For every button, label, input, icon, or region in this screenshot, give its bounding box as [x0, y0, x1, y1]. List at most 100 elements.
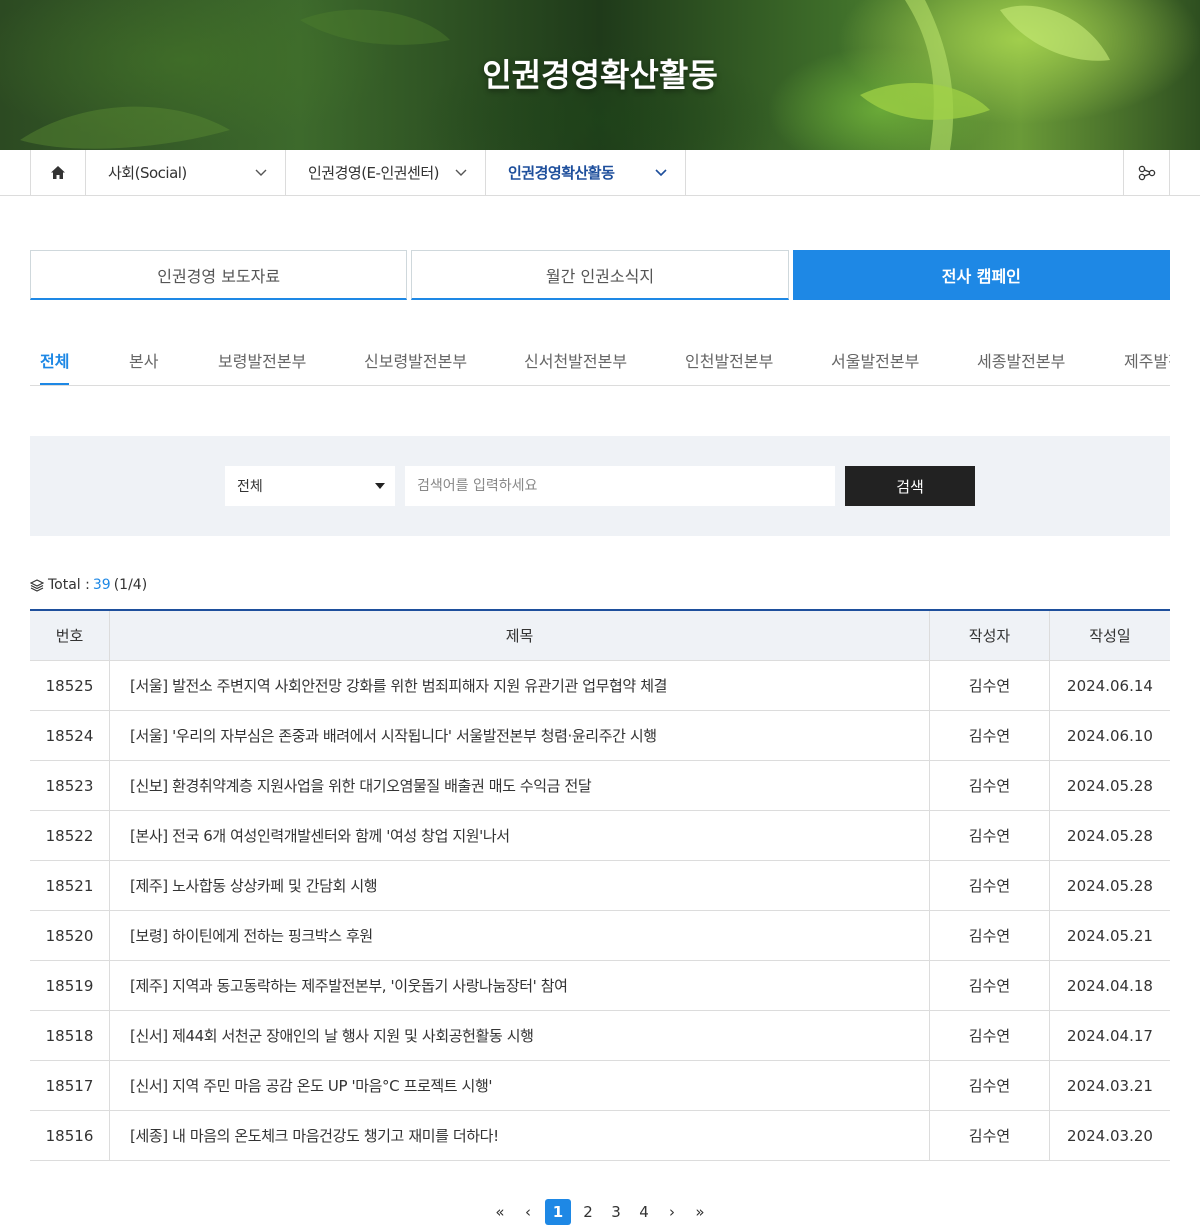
- share-button[interactable]: [1123, 150, 1170, 195]
- subtab-all[interactable]: 전체: [40, 348, 70, 385]
- row-number: 18525: [30, 661, 110, 710]
- row-number: 18517: [30, 1061, 110, 1110]
- row-date: 2024.04.18: [1067, 976, 1153, 995]
- subtab-jeju[interactable]: 제주발전본부: [1124, 348, 1170, 372]
- row-number: 18520: [30, 911, 110, 960]
- table-row: 18517 [신서] 지역 주민 마음 공감 온도 UP '마음°C 프로젝트 …: [30, 1061, 1170, 1111]
- breadcrumb-item-social[interactable]: 사회(Social): [86, 150, 286, 195]
- board-table: 번호 제목 작성자 작성일 18525 [서울] 발전소 주변지역 사회안전망 …: [30, 609, 1170, 1161]
- row-author: 김수연: [930, 1011, 1050, 1060]
- subtab-new-boryeong[interactable]: 신보령발전본부: [364, 348, 467, 372]
- breadcrumb: 사회(Social) 인권경영(E-인권센터) 인권경영확산활동: [0, 150, 1200, 196]
- chevron-down-icon: [255, 169, 267, 176]
- layers-icon: [30, 578, 44, 592]
- row-date: 2024.03.21: [1067, 1076, 1153, 1095]
- row-title-link[interactable]: [제주] 노사합동 상상카페 및 간담회 시행: [110, 861, 930, 910]
- row-author: 김수연: [930, 711, 1050, 760]
- caret-down-icon: [375, 483, 385, 489]
- row-number: 18518: [30, 1011, 110, 1060]
- first-page-button[interactable]: «: [489, 1199, 511, 1225]
- header-date: 작성일: [1089, 627, 1131, 645]
- row-date: 2024.05.28: [1067, 826, 1153, 845]
- subtab-hq[interactable]: 본사: [129, 348, 158, 372]
- header-title: 제목: [110, 611, 930, 660]
- row-title-link[interactable]: [보령] 하이틴에게 전하는 핑크박스 후원: [110, 911, 930, 960]
- search-input[interactable]: [405, 466, 835, 506]
- page-1-button[interactable]: 1: [545, 1199, 571, 1225]
- total-count: Total : 39 (1/4): [30, 576, 147, 594]
- search-category-value: 전체: [237, 479, 263, 495]
- row-title-link[interactable]: [서울] '우리의 자부심은 존중과 배려에서 시작됩니다' 서울발전본부 청렴…: [110, 711, 930, 760]
- table-row: 18519 [제주] 지역과 동고동락하는 제주발전본부, '이웃돕기 사랑나눔…: [30, 961, 1170, 1011]
- prev-page-button[interactable]: ‹: [517, 1199, 539, 1225]
- page-3-button[interactable]: 3: [605, 1199, 627, 1225]
- row-author: 김수연: [930, 1061, 1050, 1110]
- subtab-new-seocheon[interactable]: 신서천발전본부: [524, 348, 627, 372]
- table-row: 18525 [서울] 발전소 주변지역 사회안전망 강화를 위한 범죄피해자 지…: [30, 661, 1170, 711]
- total-label: Total :: [48, 577, 90, 593]
- tab-press-release[interactable]: 인권경영 보도자료: [30, 250, 408, 300]
- row-author: 김수연: [930, 1111, 1050, 1160]
- row-date: 2024.05.21: [1067, 926, 1153, 945]
- page-title: 인권경영확산활동: [482, 56, 718, 94]
- table-row: 18523 [신보] 환경취약계층 지원사업을 위한 대기오염물질 배출권 매도…: [30, 761, 1170, 811]
- row-number: 18523: [30, 761, 110, 810]
- tab-monthly-newsletter[interactable]: 월간 인권소식지: [411, 250, 789, 300]
- row-author: 김수연: [930, 961, 1050, 1010]
- pagination: « ‹ 1 2 3 4 › »: [0, 1199, 1200, 1225]
- row-title-link[interactable]: [본사] 전국 6개 여성인력개발센터와 함께 '여성 창업 지원'나서: [110, 811, 930, 860]
- row-title-link[interactable]: [서울] 발전소 주변지역 사회안전망 강화를 위한 범죄피해자 지원 유관기관…: [110, 661, 930, 710]
- row-author: 김수연: [930, 811, 1050, 860]
- search-panel: 전체 검색: [30, 436, 1170, 536]
- row-date: 2024.05.28: [1067, 776, 1153, 795]
- table-row: 18520 [보령] 하이틴에게 전하는 핑크박스 후원 김수연 2024.05…: [30, 911, 1170, 961]
- row-date: 2024.06.10: [1067, 726, 1153, 745]
- content-tabs: 인권경영 보도자료 월간 인권소식지 전사 캠페인: [30, 250, 1170, 300]
- breadcrumb-item-current[interactable]: 인권경영확산활동: [486, 150, 686, 195]
- home-button[interactable]: [30, 150, 86, 195]
- table-row: 18522 [본사] 전국 6개 여성인력개발센터와 함께 '여성 창업 지원'…: [30, 811, 1170, 861]
- search-button[interactable]: 검색: [845, 466, 975, 506]
- page-2-button[interactable]: 2: [577, 1199, 599, 1225]
- row-number: 18521: [30, 861, 110, 910]
- row-title-link[interactable]: [신서] 지역 주민 마음 공감 온도 UP '마음°C 프로젝트 시행': [110, 1061, 930, 1110]
- chevron-down-icon: [455, 169, 467, 176]
- subtab-incheon[interactable]: 인천발전본부: [685, 348, 773, 372]
- subtab-sejong[interactable]: 세종발전본부: [977, 348, 1065, 372]
- last-page-button[interactable]: »: [689, 1199, 711, 1225]
- table-row: 18516 [세종] 내 마음의 온도체크 마음건강도 챙기고 재미를 더하다!…: [30, 1111, 1170, 1161]
- tab-company-campaign[interactable]: 전사 캠페인: [792, 250, 1170, 300]
- table-row: 18524 [서울] '우리의 자부심은 존중과 배려에서 시작됩니다' 서울발…: [30, 711, 1170, 761]
- total-page: (1/4): [113, 577, 148, 593]
- search-category-select[interactable]: 전체: [225, 466, 395, 506]
- hero-banner: 인권경영확산활동: [0, 0, 1200, 150]
- row-date: 2024.04.17: [1067, 1026, 1153, 1045]
- row-title-link[interactable]: [제주] 지역과 동고동락하는 제주발전본부, '이웃돕기 사랑나눔장터' 참여: [110, 961, 930, 1010]
- share-icon: [1138, 165, 1155, 180]
- home-icon: [51, 166, 65, 179]
- table-row: 18518 [신서] 제44회 서천군 장애인의 날 행사 지원 및 사회공헌활…: [30, 1011, 1170, 1061]
- header-number: 번호: [30, 611, 110, 660]
- page-4-button[interactable]: 4: [633, 1199, 655, 1225]
- row-date: 2024.06.14: [1067, 676, 1153, 695]
- breadcrumb-item-human-rights[interactable]: 인권경영(E-인권센터): [286, 150, 486, 195]
- subtab-boryeong[interactable]: 보령발전본부: [218, 348, 306, 372]
- row-title-link[interactable]: [신서] 제44회 서천군 장애인의 날 행사 지원 및 사회공헌활동 시행: [110, 1011, 930, 1060]
- row-author: 김수연: [930, 861, 1050, 910]
- breadcrumb-label: 인권경영확산활동: [508, 164, 615, 182]
- row-author: 김수연: [930, 661, 1050, 710]
- row-number: 18516: [30, 1111, 110, 1160]
- next-page-button[interactable]: ›: [661, 1199, 683, 1225]
- row-title-link[interactable]: [신보] 환경취약계층 지원사업을 위한 대기오염물질 배출권 매도 수익금 전…: [110, 761, 930, 810]
- chevron-down-icon: [655, 168, 667, 176]
- row-author: 김수연: [930, 911, 1050, 960]
- row-number: 18524: [30, 711, 110, 760]
- row-number: 18519: [30, 961, 110, 1010]
- subtab-seoul[interactable]: 서울발전본부: [831, 348, 919, 372]
- subtab-bar: 전체 본사 보령발전본부 신보령발전본부 신서천발전본부 인천발전본부 서울발전…: [30, 336, 1170, 386]
- row-number: 18522: [30, 811, 110, 860]
- row-date: 2024.03.20: [1067, 1126, 1153, 1145]
- row-author: 김수연: [930, 761, 1050, 810]
- breadcrumb-label: 인권경영(E-인권센터): [308, 164, 440, 182]
- row-title-link[interactable]: [세종] 내 마음의 온도체크 마음건강도 챙기고 재미를 더하다!: [110, 1111, 930, 1160]
